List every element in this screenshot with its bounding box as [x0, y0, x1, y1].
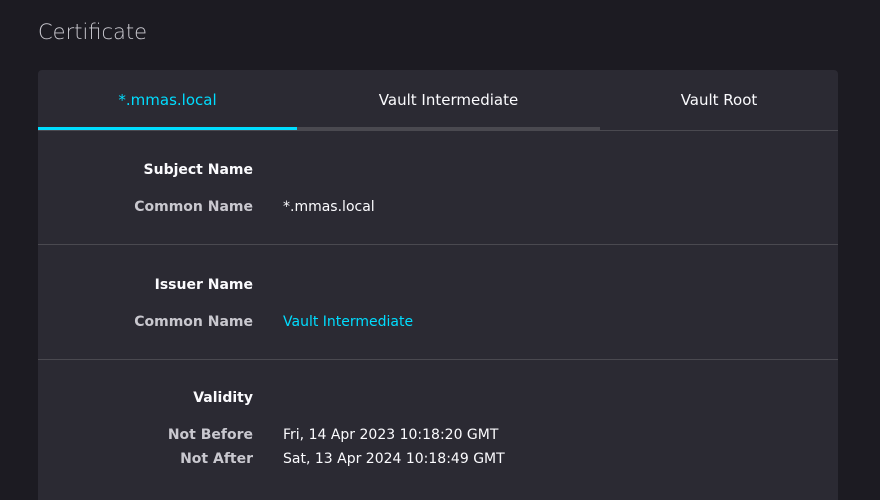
tab-vault-root[interactable]: Vault Root [600, 70, 838, 130]
not-after-row: Not After Sat, 13 Apr 2024 10:18:49 GMT [38, 449, 838, 469]
validity-section: Validity Not Before Fri, 14 Apr 2023 10:… [38, 360, 838, 500]
field-label: Common Name [134, 314, 253, 330]
not-before-row: Not Before Fri, 14 Apr 2023 10:18:20 GMT [38, 425, 838, 445]
field-label: Not Before [167, 427, 253, 443]
issuer-link[interactable]: Vault Intermediate [283, 312, 413, 332]
tab-underline [38, 127, 297, 130]
field-label: Common Name [134, 199, 253, 215]
tab-label: Vault Root [680, 91, 758, 109]
subject-name-heading-row: Subject Name [38, 160, 838, 180]
issuer-common-name-row: Common Name Vault Intermediate [38, 312, 838, 332]
validity-heading-row: Validity [38, 388, 838, 408]
section-heading: Subject Name [143, 162, 253, 178]
issuer-name-heading-row: Issuer Name [38, 275, 838, 295]
tab-label: Vault Intermediate [378, 91, 519, 109]
field-value: Sat, 13 Apr 2024 10:18:49 GMT [283, 451, 505, 467]
tab-mmas-local[interactable]: *.mmas.local [38, 70, 297, 130]
field-value: Fri, 14 Apr 2023 10:18:20 GMT [283, 427, 499, 443]
field-label: Not After [180, 451, 253, 467]
subject-common-name-row: Common Name *.mmas.local [38, 197, 838, 217]
certificate-card: *.mmas.local Vault Intermediate Vault Ro… [38, 70, 838, 500]
certificate-tabs: *.mmas.local Vault Intermediate Vault Ro… [38, 70, 838, 131]
field-value: *.mmas.local [283, 199, 375, 215]
issuer-name-section: Issuer Name Common Name Vault Intermedia… [38, 245, 838, 360]
tab-vault-intermediate[interactable]: Vault Intermediate [297, 70, 600, 130]
tab-label: *.mmas.local [118, 91, 217, 109]
section-heading: Validity [193, 390, 253, 406]
subject-name-section: Subject Name Common Name *.mmas.local [38, 131, 838, 245]
section-heading: Issuer Name [154, 277, 253, 293]
page-title: Certificate [38, 20, 148, 44]
tab-underline [297, 127, 600, 130]
